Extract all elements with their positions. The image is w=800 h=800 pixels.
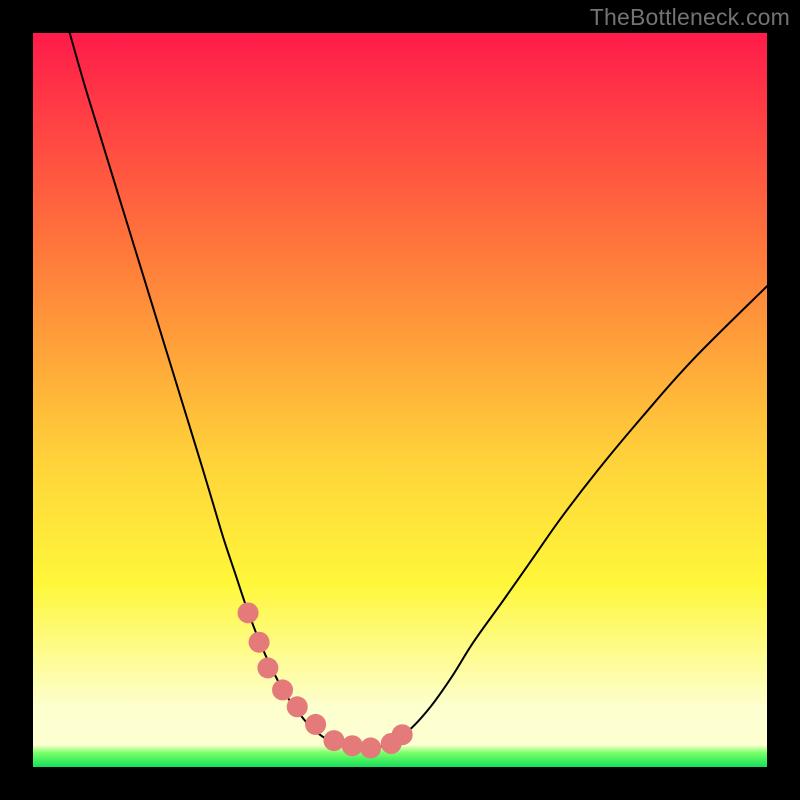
marker-dot <box>305 714 326 735</box>
marker-dot <box>249 632 270 653</box>
curve-layer <box>33 33 767 767</box>
marker-dot <box>323 730 344 751</box>
marker-dot <box>238 602 259 623</box>
marker-dot <box>360 737 381 758</box>
marker-dot <box>392 724 413 745</box>
marker-dot <box>257 657 278 678</box>
marker-dot <box>342 735 363 756</box>
chart-frame: TheBottleneck.com <box>0 0 800 800</box>
marker-dot <box>287 696 308 717</box>
marker-dot <box>272 679 293 700</box>
watermark-text: TheBottleneck.com <box>590 4 790 31</box>
curve-markers <box>238 602 413 758</box>
bottleneck-curve <box>70 33 767 749</box>
plot-area <box>33 33 767 767</box>
